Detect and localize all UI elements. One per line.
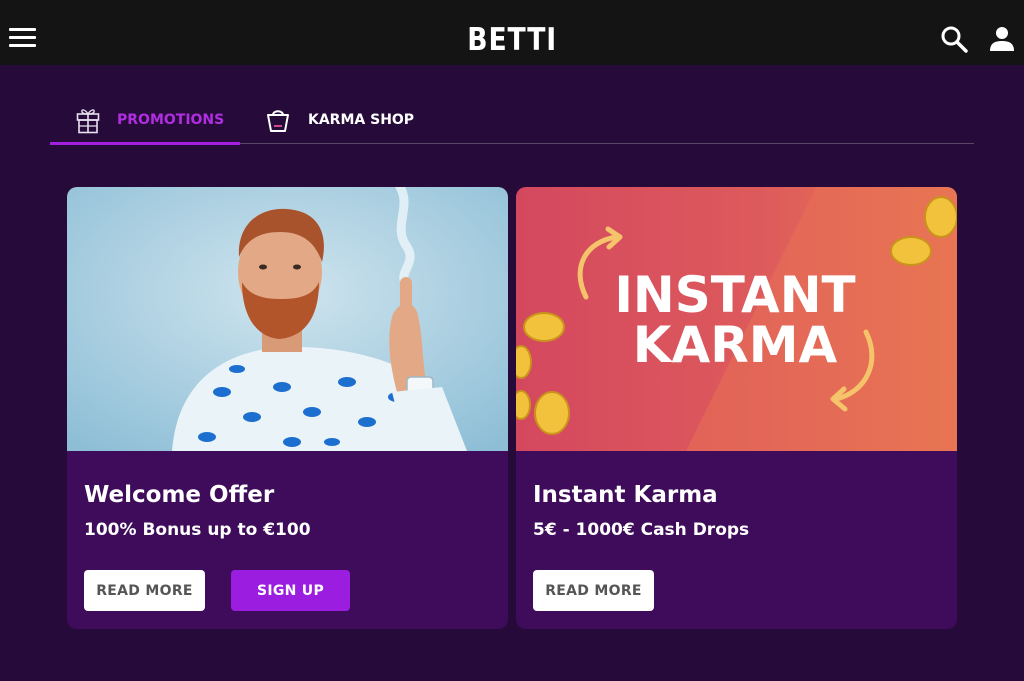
tab-bar: PROMOTIONS KARMA SHOP [50,96,974,145]
gift-icon [76,108,100,133]
read-more-button[interactable]: READ MORE [533,570,654,611]
logo[interactable]: BETTI [0,21,1024,59]
welcome-offer-image [67,187,508,451]
tab-promotions-label: PROMOTIONS [117,111,225,128]
tab-promotions[interactable]: PROMOTIONS [50,96,240,145]
promo-card-instant-karma: INSTANT KARMA Instant Karma 5€ - 1000€ C… [516,187,957,629]
promo-card-welcome-offer: Welcome Offer 100% Bonus up to €100 READ… [67,187,508,629]
search-icon[interactable] [940,25,968,53]
shopping-bag-icon [267,109,289,132]
active-tab-indicator [50,142,240,145]
card-subtitle: 100% Bonus up to €100 [84,520,311,540]
tab-karma-shop-label: KARMA SHOP [308,111,415,128]
card-subtitle: 5€ - 1000€ Cash Drops [533,520,750,540]
tab-karma-shop[interactable]: KARMA SHOP [265,96,414,143]
card-title: Instant Karma [533,482,718,508]
image-text-line-2: KARMA [633,316,838,374]
instant-karma-image: INSTANT KARMA [516,187,957,451]
top-bar: BETTI [0,0,1024,65]
sign-up-button[interactable]: SIGN UP [231,570,350,611]
card-title: Welcome Offer [84,482,275,508]
user-icon[interactable] [989,26,1015,52]
read-more-button[interactable]: READ MORE [84,570,205,611]
